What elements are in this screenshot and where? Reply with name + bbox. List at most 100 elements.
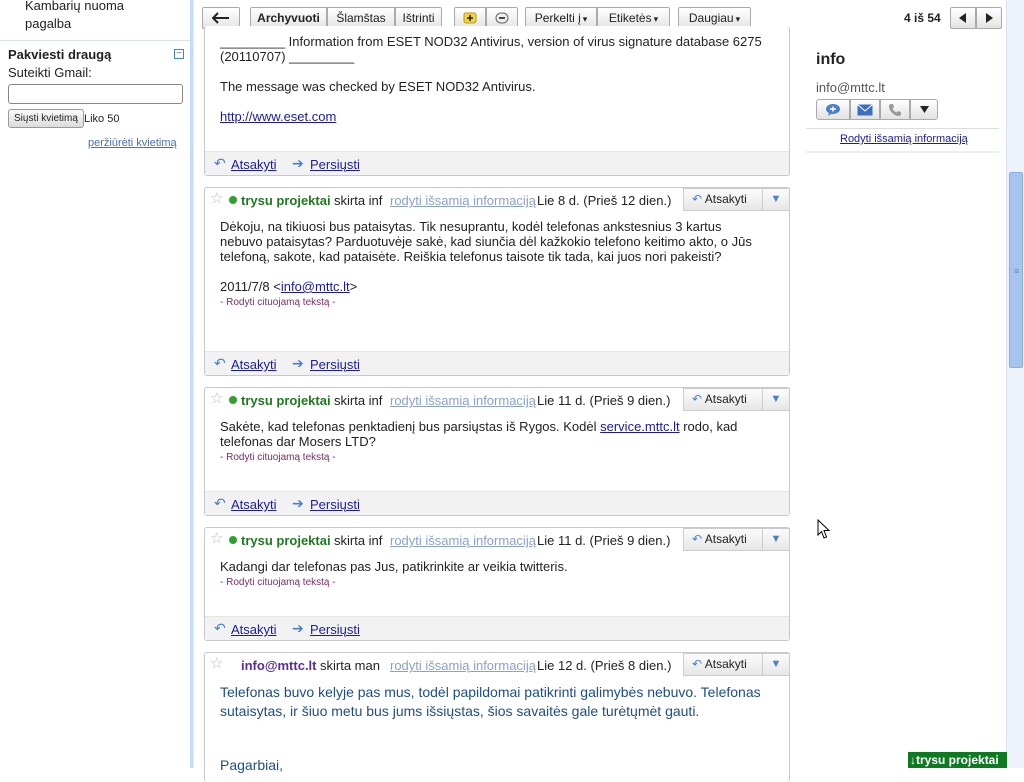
invite-email-input[interactable] bbox=[8, 84, 183, 104]
star-icon[interactable]: ☆ bbox=[210, 191, 223, 206]
sender-name[interactable]: info@mttc.lt bbox=[241, 658, 317, 673]
star-icon[interactable]: ☆ bbox=[210, 656, 223, 671]
invite-friend-box: Pakviesti draugą − Suteikti Gmail: Siųst… bbox=[0, 40, 190, 149]
chat-button[interactable] bbox=[816, 99, 850, 120]
show-quoted-text-link[interactable]: - Rodyti cituojamą tekstą - bbox=[220, 452, 336, 463]
reply-icon: ↶ bbox=[692, 657, 703, 671]
reply-icon: ↶ bbox=[214, 495, 226, 511]
message-card: ☆ info@mttc.lt skirta man rodyti išsamią… bbox=[204, 652, 790, 782]
star-icon[interactable]: ☆ bbox=[210, 531, 223, 546]
message-header: ☆ trysu projektai skirta inf rodyti išsa… bbox=[205, 188, 790, 212]
chat-window-tab[interactable]: ↓trysu projektai bbox=[908, 752, 1007, 768]
reply-icon: ↶ bbox=[214, 620, 226, 636]
message-body-line: _________ Information from ESET NOD32 An… bbox=[220, 34, 762, 49]
message-options-button[interactable]: ▼ bbox=[762, 188, 790, 211]
preview-invite-link[interactable]: peržiūrėti kvietimą bbox=[88, 137, 177, 149]
reply-link[interactable]: Atsakyti bbox=[231, 157, 277, 172]
triangle-left-icon bbox=[959, 13, 966, 23]
online-status-icon bbox=[229, 536, 237, 544]
contact-panel: info info@mttc.lt Rodyti išsamią informa… bbox=[806, 36, 1006, 768]
triangle-down-icon: ▼ bbox=[770, 658, 782, 670]
minus-icon bbox=[495, 12, 509, 24]
nav-item-help[interactable]: pagalba bbox=[25, 16, 71, 31]
invites-left-count: Liko 50 bbox=[84, 113, 120, 125]
nav-item-room-rental[interactable]: Kambarių nuoma bbox=[25, 0, 124, 13]
sender-name[interactable]: trysu projektai bbox=[241, 393, 331, 408]
triangle-down-icon bbox=[919, 106, 929, 113]
envelope-icon bbox=[857, 104, 873, 116]
message-body-part: Sakėte, kad telefonas penktadienį bus pa… bbox=[220, 419, 601, 434]
chevron-down-icon: ▾ bbox=[653, 14, 659, 24]
older-button[interactable] bbox=[976, 7, 1002, 29]
sender-name[interactable]: trysu projektai bbox=[241, 533, 331, 548]
reply-link[interactable]: Atsakyti bbox=[231, 357, 277, 372]
divider bbox=[806, 128, 999, 129]
recipient: skirta inf bbox=[334, 393, 383, 408]
forward-link[interactable]: Persiųsti bbox=[310, 157, 360, 172]
message-card: ☆ trysu projektai skirta inf rodyti išsa… bbox=[204, 187, 790, 376]
reply-button[interactable]: ↶ Atsakyti bbox=[683, 388, 763, 411]
newer-button[interactable] bbox=[950, 7, 976, 29]
show-details-link[interactable]: rodyti išsamią informaciją bbox=[390, 393, 536, 408]
conversation-thread: _________ Information from ESET NOD32 An… bbox=[194, 26, 806, 782]
show-quoted-text-link[interactable]: - Rodyti cituojamą tekstą - bbox=[220, 297, 336, 308]
back-arrow-icon bbox=[211, 12, 229, 24]
message-body: Telefonas buvo kelyje pas mus, todėl pap… bbox=[220, 684, 761, 719]
page-scrollbar[interactable]: ≡ bbox=[1006, 0, 1024, 768]
message-header: ☆ trysu projektai skirta inf rodyti išsa… bbox=[205, 388, 790, 412]
message-card: ☆ trysu projektai skirta inf rodyti išsa… bbox=[204, 387, 790, 516]
message-footer: ↶ Atsakyti ➔ Persiųsti bbox=[205, 491, 789, 515]
send-invite-button[interactable]: Siųsti kvietimą bbox=[8, 109, 84, 128]
message-body: Dėkoju, na tikiuosi bus pataisytas. Tik … bbox=[220, 219, 752, 264]
star-icon[interactable]: ☆ bbox=[210, 391, 223, 406]
reply-label: Atsakyti bbox=[704, 657, 747, 671]
show-details-link[interactable]: rodyti išsamią informaciją bbox=[390, 533, 536, 548]
message-closing: Pagarbiai, bbox=[220, 757, 284, 773]
reply-icon: ↶ bbox=[214, 155, 226, 171]
phone-icon bbox=[889, 104, 901, 116]
message-header: ☆ trysu projektai skirta inf rodyti išsa… bbox=[205, 528, 790, 552]
show-details-link[interactable]: rodyti išsamią informaciją bbox=[390, 193, 536, 208]
service-link[interactable]: service.mttc.lt bbox=[600, 419, 679, 434]
show-details-link[interactable]: rodyti išsamią informaciją bbox=[390, 658, 536, 673]
message-body-line: The message was checked by ESET NOD32 An… bbox=[220, 79, 536, 94]
message-body-line: (20110707) _________ bbox=[220, 49, 355, 64]
reply-link[interactable]: Atsakyti bbox=[231, 622, 277, 637]
contact-name: info bbox=[816, 51, 846, 68]
show-quoted-text-link[interactable]: - Rodyti cituojamą tekstą - bbox=[220, 577, 336, 588]
triangle-down-icon: ▼ bbox=[770, 393, 782, 405]
reply-label: Atsakyti bbox=[704, 392, 747, 406]
message-options-button[interactable]: ▼ bbox=[762, 653, 790, 676]
call-button[interactable] bbox=[880, 99, 910, 120]
triangle-right-icon bbox=[986, 13, 993, 23]
reply-button[interactable]: ↶ Atsakyti bbox=[683, 188, 763, 211]
show-contact-details-link[interactable]: Rodyti išsamią informaciją bbox=[840, 133, 968, 145]
message-options-button[interactable]: ▼ bbox=[762, 528, 790, 551]
quote-email-link[interactable]: info@mttc.lt bbox=[281, 279, 350, 294]
triangle-down-icon: ▼ bbox=[770, 533, 782, 545]
forward-icon: ➔ bbox=[292, 620, 304, 636]
reply-link[interactable]: Atsakyti bbox=[231, 497, 277, 512]
reply-icon: ↶ bbox=[214, 355, 226, 371]
chevron-down-icon: ▾ bbox=[735, 14, 741, 24]
reply-button[interactable]: ↶ Atsakyti bbox=[683, 528, 763, 551]
message-header: ☆ info@mttc.lt skirta man rodyti išsamią… bbox=[205, 653, 790, 677]
mouse-cursor-icon bbox=[817, 519, 831, 539]
reply-button[interactable]: ↶ Atsakyti bbox=[683, 653, 763, 676]
forward-icon: ➔ bbox=[292, 495, 304, 511]
eset-link[interactable]: http://www.eset.com bbox=[220, 109, 336, 124]
collapse-icon[interactable]: − bbox=[174, 49, 184, 59]
forward-link[interactable]: Persiųsti bbox=[310, 357, 360, 372]
message-options-button[interactable]: ▼ bbox=[762, 388, 790, 411]
forward-icon: ➔ bbox=[292, 155, 304, 171]
recipient: skirta inf bbox=[334, 533, 383, 548]
message-date: Lie 11 d. (Prieš 9 dien.) bbox=[537, 393, 671, 408]
forward-link[interactable]: Persiųsti bbox=[310, 622, 360, 637]
conversation-count: 4 iš 54 bbox=[904, 11, 941, 25]
forward-link[interactable]: Persiųsti bbox=[310, 497, 360, 512]
scroll-thumb[interactable]: ≡ bbox=[1009, 172, 1023, 368]
chat-bubble-icon bbox=[826, 104, 840, 116]
email-button[interactable] bbox=[850, 99, 880, 120]
sender-name[interactable]: trysu projektai bbox=[241, 193, 331, 208]
contact-options-button[interactable] bbox=[910, 99, 938, 120]
